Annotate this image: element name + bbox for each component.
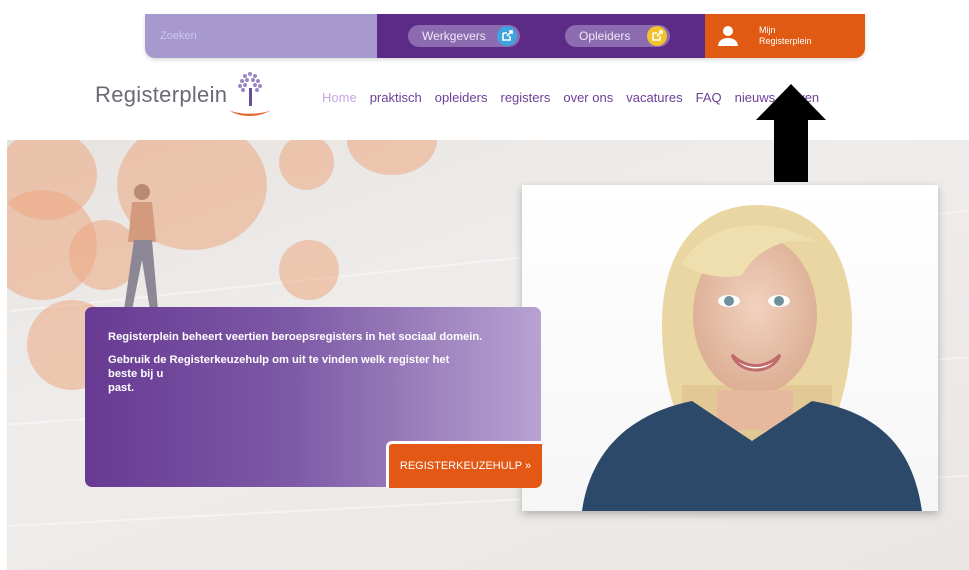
site-logo[interactable]: Registerplein	[95, 70, 275, 120]
nav-item-vacatures[interactable]: vacatures	[626, 90, 682, 105]
werkgevers-button[interactable]: Werkgevers	[408, 25, 520, 47]
nav-item-praktisch[interactable]: praktisch	[370, 90, 422, 105]
decor-circle	[347, 140, 437, 175]
nav-item-over-ons[interactable]: over ons	[563, 90, 613, 105]
werkgevers-label: Werkgevers	[422, 29, 486, 43]
opleiders-button[interactable]: Opleiders	[565, 25, 670, 47]
portal-segment: Werkgevers Opleiders	[377, 14, 705, 58]
intro-text-2: Gebruik de Registerkeuzehulp om uit te v…	[108, 353, 517, 395]
nav-item-registers[interactable]: registers	[500, 90, 550, 105]
nav-item-opleiders[interactable]: opleiders	[435, 90, 488, 105]
portrait-photo	[522, 185, 938, 511]
walking-person-image	[124, 184, 158, 310]
external-link-icon	[647, 26, 667, 46]
intro-text-2-line-3: past.	[108, 382, 135, 394]
hero-banner: Registerplein beheert veertien beroepsre…	[7, 140, 969, 570]
tree-logo-icon	[229, 72, 272, 116]
account-label: Mijn Registerplein	[759, 25, 812, 47]
mijn-registerplein-button[interactable]: Mijn Registerplein	[705, 14, 865, 58]
intro-text-2-line-2: beste bij u	[108, 368, 164, 380]
top-utility-bar: Werkgevers Opleiders Mijn Registerplein	[145, 14, 865, 58]
logo-text: Registerplein	[95, 82, 228, 107]
decor-circle	[279, 140, 334, 190]
opleiders-label: Opleiders	[579, 29, 631, 43]
decor-circle	[279, 240, 339, 300]
up-arrow-icon	[756, 84, 826, 182]
nav-item-faq[interactable]: FAQ	[696, 90, 722, 105]
nav-item-home[interactable]: Home	[322, 90, 357, 105]
intro-text-1: Registerplein beheert veertien beroepsre…	[108, 331, 483, 343]
search-segment	[145, 14, 377, 58]
user-icon	[718, 26, 738, 46]
intro-text-2-line-1: Gebruik de Registerkeuzehulp om uit te v…	[108, 354, 450, 366]
external-link-icon	[497, 26, 517, 46]
registerkeuzehulp-button[interactable]: REGISTERKEUZEHULP »	[386, 441, 542, 488]
account-line-1: Mijn	[759, 25, 776, 35]
intro-box: Registerplein beheert veertien beroepsre…	[85, 307, 542, 488]
account-line-2: Registerplein	[759, 36, 812, 46]
search-input[interactable]	[160, 30, 377, 42]
